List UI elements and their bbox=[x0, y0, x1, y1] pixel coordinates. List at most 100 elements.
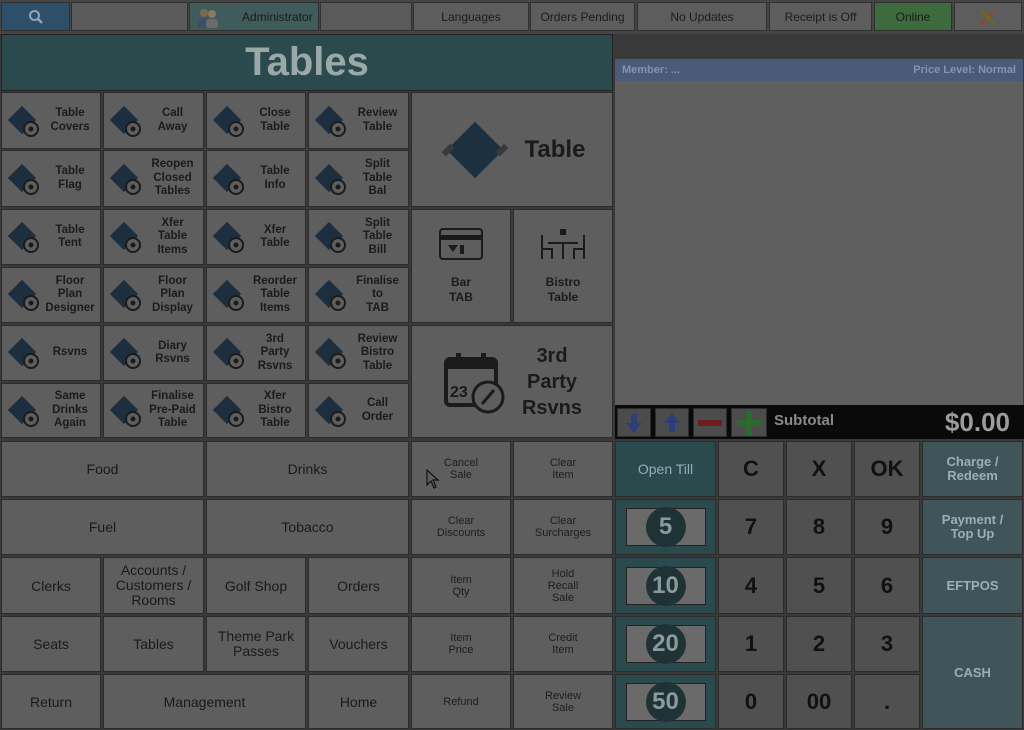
eftpos-button[interactable]: EFTPOS bbox=[922, 557, 1023, 614]
clear-key[interactable]: C bbox=[718, 441, 784, 497]
vouchers-button[interactable]: Vouchers bbox=[308, 616, 409, 672]
open-till-button[interactable]: Open Till bbox=[615, 441, 716, 497]
key-0[interactable]: 0 bbox=[718, 674, 784, 729]
third-party-rsvns-big-button[interactable]: 23 3rd Party Rsvns bbox=[411, 325, 613, 438]
function-phone-button[interactable]: Call Order bbox=[308, 383, 409, 438]
orders-button[interactable]: Orders bbox=[308, 557, 409, 614]
function-drinks-button[interactable]: Same Drinks Again bbox=[1, 383, 101, 438]
bistro-table-icon bbox=[541, 229, 585, 259]
function-floor-plan-display-button[interactable]: Floor Plan Display bbox=[103, 267, 204, 323]
tools-button[interactable] bbox=[954, 2, 1022, 31]
function-label: Table Tent bbox=[55, 223, 85, 250]
note-value: 50 bbox=[645, 681, 686, 722]
function-table-flag-button[interactable]: Table Flag bbox=[1, 150, 101, 207]
function-finalise-tab-button[interactable]: Finalise to TAB bbox=[308, 267, 409, 323]
clear-discounts-button[interactable]: Clear Discounts bbox=[411, 499, 511, 555]
receipt-list[interactable] bbox=[615, 81, 1023, 405]
member-label: Member: ... bbox=[622, 64, 681, 76]
function-bell-button[interactable]: Call Away bbox=[103, 92, 204, 149]
function-third-party-calendar-button[interactable]: 3rd Party Rsvns bbox=[206, 325, 306, 381]
cash-note-50-button[interactable]: 50 bbox=[615, 674, 716, 729]
theme-park-button[interactable]: Theme Park Passes bbox=[206, 616, 306, 672]
cash-note-20-button[interactable]: 20 bbox=[615, 616, 716, 672]
function-transfer-bistro-button[interactable]: Xfer Bistro Table bbox=[206, 383, 306, 438]
function-label: Call Away bbox=[157, 107, 188, 133]
payment-topup-button[interactable]: Payment / Top Up bbox=[922, 499, 1023, 555]
cash-note-10-button[interactable]: 10 bbox=[615, 557, 716, 614]
bar-tab-button[interactable]: Bar TAB bbox=[411, 209, 511, 323]
function-close-table-button[interactable]: Close Table bbox=[206, 92, 306, 149]
return-button[interactable]: Return bbox=[1, 674, 101, 729]
function-table-covers-button[interactable]: Table Covers bbox=[1, 92, 101, 149]
function-transfer-table-button[interactable]: Xfer Table bbox=[206, 209, 306, 265]
search-button[interactable] bbox=[1, 2, 70, 31]
drinks-button[interactable]: Drinks bbox=[206, 441, 409, 497]
note-value: 5 bbox=[645, 507, 686, 547]
key-4[interactable]: 4 bbox=[718, 557, 784, 614]
key-3[interactable]: 3 bbox=[854, 616, 920, 672]
key-7[interactable]: 7 bbox=[718, 499, 784, 555]
cash-note-5-button[interactable]: 5 bbox=[615, 499, 716, 555]
calendar-icon bbox=[6, 336, 40, 370]
clear-item-button[interactable]: Clear Item bbox=[513, 441, 613, 497]
management-button[interactable]: Management bbox=[103, 674, 306, 729]
key-decimal[interactable]: . bbox=[854, 674, 920, 729]
food-button[interactable]: Food bbox=[1, 441, 204, 497]
banknote-icon: 5 bbox=[625, 507, 706, 547]
item-qty-button[interactable]: Item Qty bbox=[411, 557, 511, 614]
key-2[interactable]: 2 bbox=[786, 616, 852, 672]
golf-shop-button[interactable]: Golf Shop bbox=[206, 557, 306, 614]
clerks-button[interactable]: Clerks bbox=[1, 557, 101, 614]
function-table-tent-button[interactable]: Table Tent bbox=[1, 209, 101, 265]
tables-button[interactable]: Tables bbox=[103, 616, 204, 672]
fuel-button[interactable]: Fuel bbox=[1, 499, 204, 555]
receipt-button[interactable]: Receipt is Off bbox=[769, 2, 872, 31]
credit-item-button[interactable]: Credit Item bbox=[513, 616, 613, 672]
table-button[interactable]: Table bbox=[411, 92, 613, 207]
user-button[interactable]: Administrator bbox=[189, 2, 319, 31]
clear-surcharges-button[interactable]: Clear Surcharges bbox=[513, 499, 613, 555]
function-floor-plan-designer-button[interactable]: Floor Plan Designer bbox=[1, 267, 101, 323]
function-table-info-button[interactable]: Table Info bbox=[206, 150, 306, 207]
function-reorder-items-button[interactable]: Reorder Table Items bbox=[206, 267, 306, 323]
function-label: Rsvns bbox=[52, 346, 88, 359]
review-sale-button[interactable]: Review Sale bbox=[513, 674, 613, 729]
item-price-button[interactable]: Item Price bbox=[411, 616, 511, 672]
accounts-button[interactable]: Accounts / Customers / Rooms bbox=[103, 557, 204, 614]
scroll-up-button[interactable] bbox=[655, 408, 689, 437]
scroll-down-button[interactable] bbox=[617, 408, 651, 437]
transfer-bistro-icon bbox=[211, 394, 245, 428]
charge-redeem-button[interactable]: Charge / Redeem bbox=[922, 441, 1023, 497]
orders-pending-button[interactable]: Orders Pending bbox=[530, 2, 635, 31]
function-split-balance-button[interactable]: Split Table Bal bbox=[308, 150, 409, 207]
home-button[interactable]: Home bbox=[308, 674, 409, 729]
key-5[interactable]: 5 bbox=[786, 557, 852, 614]
key-8[interactable]: 8 bbox=[786, 499, 852, 555]
key-1[interactable]: 1 bbox=[718, 616, 784, 672]
languages-button[interactable]: Languages bbox=[413, 2, 529, 31]
function-reopen-table-button[interactable]: Reopen Closed Tables bbox=[103, 150, 204, 207]
decrease-qty-button[interactable] bbox=[693, 408, 727, 437]
function-split-bill-button[interactable]: Split Table Bill bbox=[308, 209, 409, 265]
multiply-key[interactable]: X bbox=[786, 441, 852, 497]
function-transfer-items-button[interactable]: Xfer Table Items bbox=[103, 209, 204, 265]
key-6[interactable]: 6 bbox=[854, 557, 920, 614]
hold-recall-sale-button[interactable]: Hold Recall Sale bbox=[513, 557, 613, 614]
online-status-button[interactable]: Online bbox=[874, 2, 952, 31]
function-diary-calendar-button[interactable]: Diary Rsvns bbox=[103, 325, 204, 381]
function-prepaid-table-button[interactable]: Finalise Pre-Paid Table bbox=[103, 383, 204, 438]
key-9[interactable]: 9 bbox=[854, 499, 920, 555]
cash-button[interactable]: CASH bbox=[922, 616, 1023, 729]
refund-button[interactable]: Refund bbox=[411, 674, 511, 729]
tobacco-button[interactable]: Tobacco bbox=[206, 499, 409, 555]
ok-key[interactable]: OK bbox=[854, 441, 920, 497]
function-review-bistro-button[interactable]: Review Bistro Table bbox=[308, 325, 409, 381]
function-review-table-button[interactable]: Review Table bbox=[308, 92, 409, 149]
function-calendar-button[interactable]: Rsvns bbox=[1, 325, 101, 381]
key-00[interactable]: 00 bbox=[786, 674, 852, 729]
updates-button[interactable]: No Updates bbox=[637, 2, 767, 31]
increase-qty-button[interactable] bbox=[731, 408, 767, 437]
receipt-member-bar[interactable]: Member: ... Price Level: Normal bbox=[615, 59, 1023, 81]
bistro-table-button[interactable]: Bistro Table bbox=[513, 209, 613, 323]
seats-button[interactable]: Seats bbox=[1, 616, 101, 672]
